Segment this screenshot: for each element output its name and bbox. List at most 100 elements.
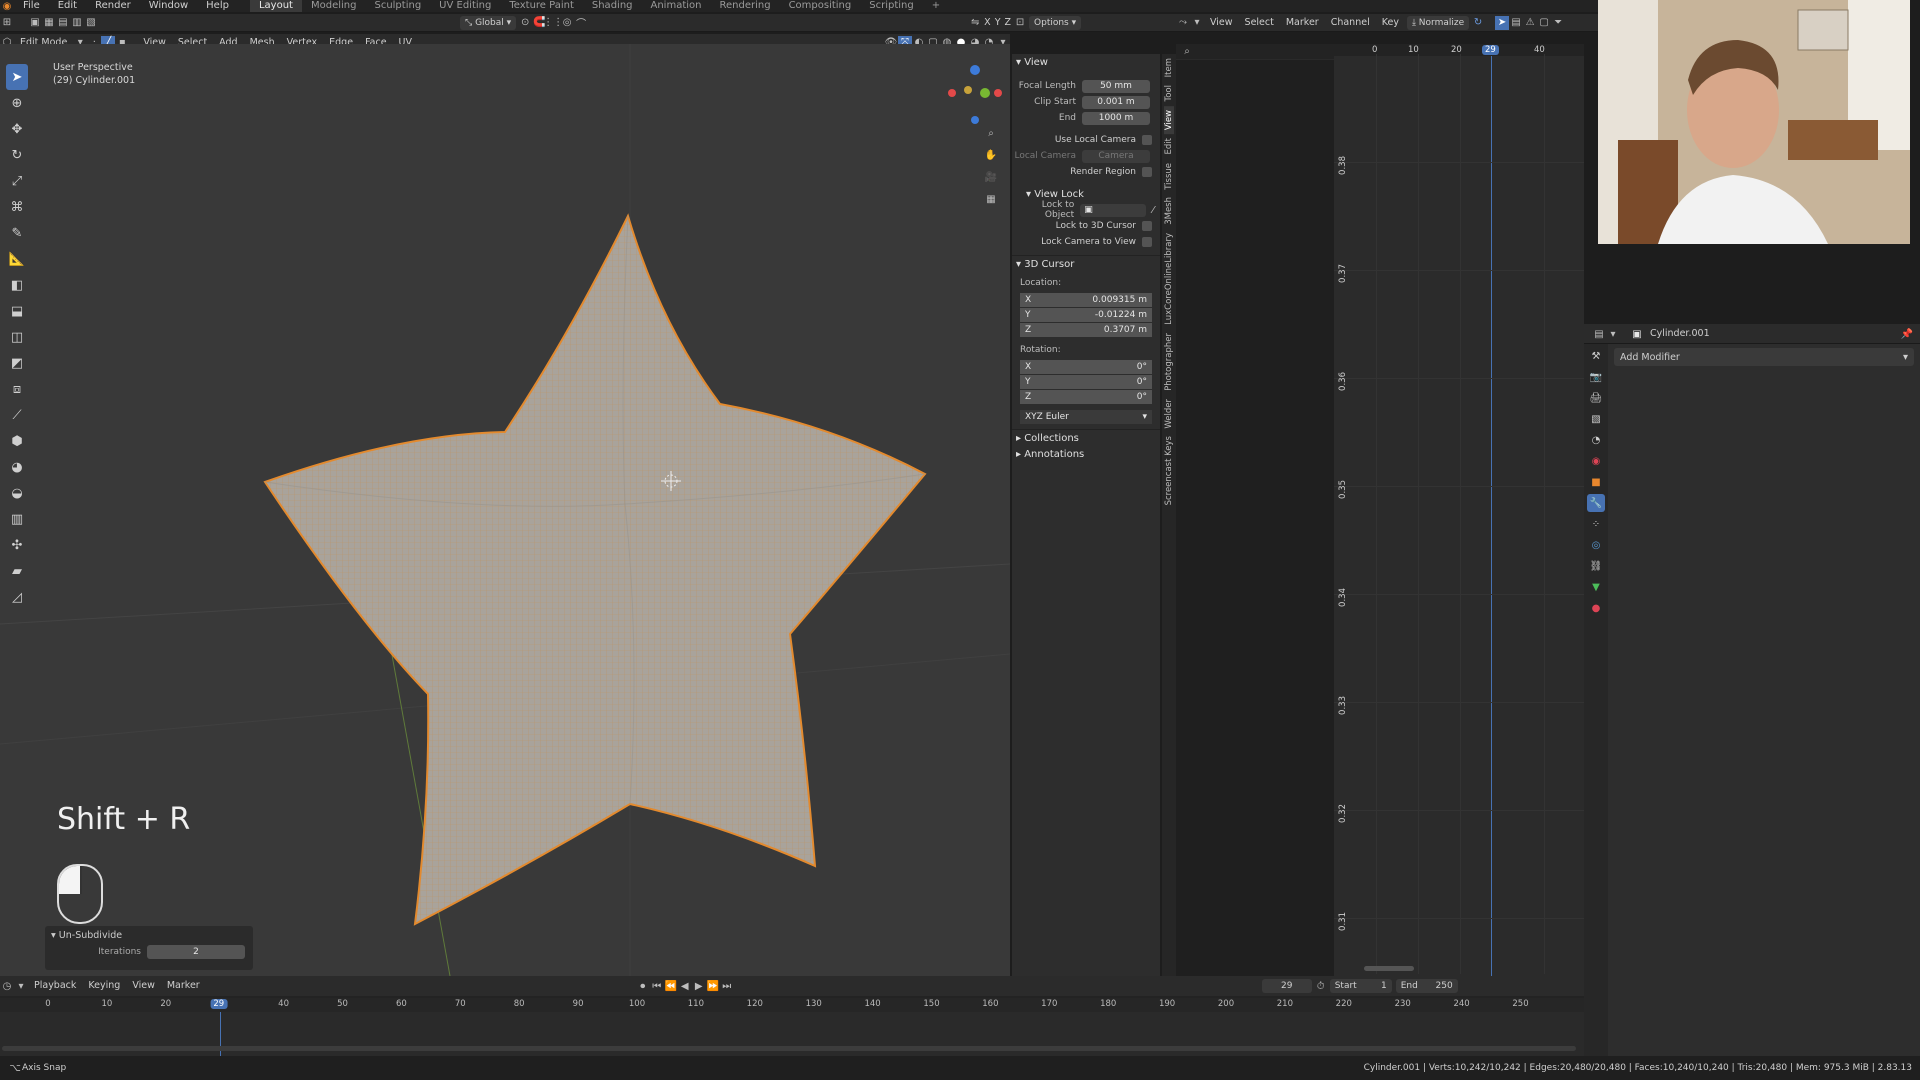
options-dropdown[interactable]: Options ▾ xyxy=(1029,15,1082,30)
lock-to-cursor-checkbox[interactable] xyxy=(1142,221,1152,231)
output-props-icon[interactable]: 🖨 xyxy=(1587,389,1605,407)
sidebar-tab-photographer[interactable]: Photographer xyxy=(1164,329,1174,395)
blender-logo-icon[interactable]: ◉ xyxy=(0,0,14,13)
preview-range-icon[interactable]: ⏱ xyxy=(1314,979,1328,993)
ghost-icon[interactable]: ▢ xyxy=(1537,16,1551,30)
move-tool-icon[interactable]: ✥ xyxy=(6,116,28,142)
inset-tool-icon[interactable]: ◫ xyxy=(6,324,28,350)
knife-tool-icon[interactable]: ⟋ xyxy=(6,402,28,428)
graph-channel-region[interactable]: ⌕ xyxy=(1176,44,1334,976)
clip-start-field[interactable]: 0.001 m xyxy=(1082,95,1150,109)
playback-menu[interactable]: Playback xyxy=(28,977,82,995)
cursor-rot-x-field[interactable]: X 0° xyxy=(1020,360,1152,374)
keying-menu[interactable]: Keying xyxy=(82,977,126,995)
current-frame-field[interactable]: 29 xyxy=(1261,979,1312,993)
graph-current-frame-badge[interactable]: 29 xyxy=(1482,45,1499,55)
next-keyframe-icon[interactable]: ⏩ xyxy=(706,979,720,993)
select-subtract-icon[interactable]: ▥ xyxy=(70,16,84,30)
cursor-tool-icon[interactable]: ⊕ xyxy=(6,90,28,116)
object-props-icon[interactable]: ■ xyxy=(1587,473,1605,491)
mirror-x[interactable]: X xyxy=(982,14,993,32)
only-selected-icon[interactable]: ➤ xyxy=(1495,15,1510,30)
lock-camera-to-view-checkbox[interactable] xyxy=(1142,237,1152,247)
cursor-loc-z-field[interactable]: Z 0.3707 m xyxy=(1020,323,1152,337)
rotate-tool-icon[interactable]: ↻ xyxy=(6,142,28,168)
extrude-tool-icon[interactable]: ⬓ xyxy=(6,298,28,324)
tab-scripting[interactable]: Scripting xyxy=(860,0,922,12)
pan-hand-icon[interactable]: ✋ xyxy=(984,148,998,162)
add-modifier-dropdown[interactable]: Add Modifier ▾ xyxy=(1614,348,1914,366)
graph-menu-select[interactable]: Select xyxy=(1239,14,1280,32)
sidebar-tab-edit[interactable]: Edit xyxy=(1164,134,1174,158)
tab-sculpting[interactable]: Sculpting xyxy=(365,0,430,12)
pin-icon[interactable]: 📌 xyxy=(1900,327,1914,341)
timeline-scrollbar[interactable] xyxy=(2,1046,1576,1051)
cursor-loc-y-field[interactable]: Y -0.01224 m xyxy=(1020,308,1152,322)
edge-slide-tool-icon[interactable]: ▥ xyxy=(6,506,28,532)
add-cube-tool-icon[interactable]: ◧ xyxy=(6,272,28,298)
spin-tool-icon[interactable]: ◕ xyxy=(6,454,28,480)
menu-window[interactable]: Window xyxy=(140,0,197,12)
start-frame-field[interactable]: Start 1 xyxy=(1329,979,1392,993)
zoom-icon[interactable]: ⌕ xyxy=(984,126,998,140)
graph-frame-ruler[interactable]: 0 10 20 29 40 xyxy=(1334,44,1584,56)
auto-merge-icon[interactable]: ⊡ xyxy=(1013,16,1027,30)
sidebar-tab-welder[interactable]: Welder xyxy=(1164,395,1174,433)
tab-texture-paint[interactable]: Texture Paint xyxy=(500,0,583,12)
3d-viewport[interactable]: User Perspective (29) Cylinder.001 ⌕ ✋ 🎥… xyxy=(0,44,1010,976)
refresh-icon[interactable]: ↻ xyxy=(1471,16,1485,30)
graph-scrollbar[interactable] xyxy=(1364,966,1414,971)
filter-icon[interactable]: ⏷ xyxy=(1551,16,1565,30)
only-errors-icon[interactable]: ⚠ xyxy=(1523,16,1537,30)
end-frame-field[interactable]: End 250 xyxy=(1395,979,1458,993)
snap-target-icon[interactable]: ⋮⋮ xyxy=(543,16,563,30)
poly-build-tool-icon[interactable]: ⬢ xyxy=(6,428,28,454)
sidebar-tab-tool[interactable]: Tool xyxy=(1164,81,1174,106)
cursor-loc-x-field[interactable]: X 0.009315 m xyxy=(1020,293,1152,307)
tab-rendering[interactable]: Rendering xyxy=(710,0,779,12)
scene-props-icon[interactable]: ◔ xyxy=(1587,431,1605,449)
shear-tool-icon[interactable]: ▰ xyxy=(6,558,28,584)
smooth-tool-icon[interactable]: ◒ xyxy=(6,480,28,506)
play-icon[interactable]: ▶ xyxy=(692,979,706,993)
mirror-icon[interactable]: ⇋ xyxy=(968,16,982,30)
lock-to-object-field[interactable]: ▣ xyxy=(1080,203,1147,217)
falloff-icon[interactable]: ⌒ xyxy=(574,16,588,30)
select-mode-icon[interactable]: ▣ xyxy=(28,16,42,30)
pivot-icon[interactable]: ⊙ xyxy=(518,16,532,30)
graph-menu-channel[interactable]: Channel xyxy=(1325,14,1376,32)
iterations-field[interactable]: 2 xyxy=(147,945,245,959)
clip-end-field[interactable]: 1000 m xyxy=(1082,111,1150,125)
channel-search-field[interactable]: ⌕ xyxy=(1176,44,1334,60)
measure-tool-icon[interactable]: 📐 xyxy=(6,246,28,272)
play-reverse-icon[interactable]: ◀ xyxy=(678,979,692,993)
select-extend-icon[interactable]: ▤ xyxy=(56,16,70,30)
select-invert-icon[interactable]: ▧ xyxy=(84,16,98,30)
modifier-props-icon[interactable]: 🔧 xyxy=(1587,494,1605,512)
proportional-edit-icon[interactable]: ◎ xyxy=(560,16,574,30)
tab-animation[interactable]: Animation xyxy=(642,0,711,12)
transform-orientation-dropdown[interactable]: ⤡ Global ▾ xyxy=(460,15,517,30)
properties-editor-icon[interactable]: ▤ xyxy=(1592,327,1606,341)
focal-length-field[interactable]: 50 mm xyxy=(1082,79,1150,93)
sidebar-tab-tissue[interactable]: Tissue xyxy=(1164,159,1174,194)
sidebar-tab-view[interactable]: View xyxy=(1164,105,1174,135)
tab-compositing[interactable]: Compositing xyxy=(780,0,861,12)
bevel-tool-icon[interactable]: ◩ xyxy=(6,350,28,376)
world-props-icon[interactable]: ◉ xyxy=(1587,452,1605,470)
use-local-camera-checkbox[interactable] xyxy=(1142,135,1152,145)
scale-tool-icon[interactable]: ⤢ xyxy=(6,168,28,194)
render-region-checkbox[interactable] xyxy=(1142,167,1152,177)
record-icon[interactable]: ⏺ xyxy=(636,979,650,993)
editor-type-icon[interactable]: ⊞ xyxy=(0,16,14,30)
menu-file[interactable]: File xyxy=(14,0,49,12)
jump-start-icon[interactable]: ⏮ xyxy=(650,979,664,993)
constraints-props-icon[interactable]: ⛓ xyxy=(1587,557,1605,575)
particles-props-icon[interactable]: ⁘ xyxy=(1587,515,1605,533)
menu-edit[interactable]: Edit xyxy=(49,0,86,12)
sidebar-tab-3mesh[interactable]: 3Mesh xyxy=(1164,193,1174,229)
physics-props-icon[interactable]: ◎ xyxy=(1587,536,1605,554)
select-box-icon[interactable]: ▦ xyxy=(42,16,56,30)
shrink-fatten-tool-icon[interactable]: ✣ xyxy=(6,532,28,558)
timeline-view-menu[interactable]: View xyxy=(126,977,161,995)
